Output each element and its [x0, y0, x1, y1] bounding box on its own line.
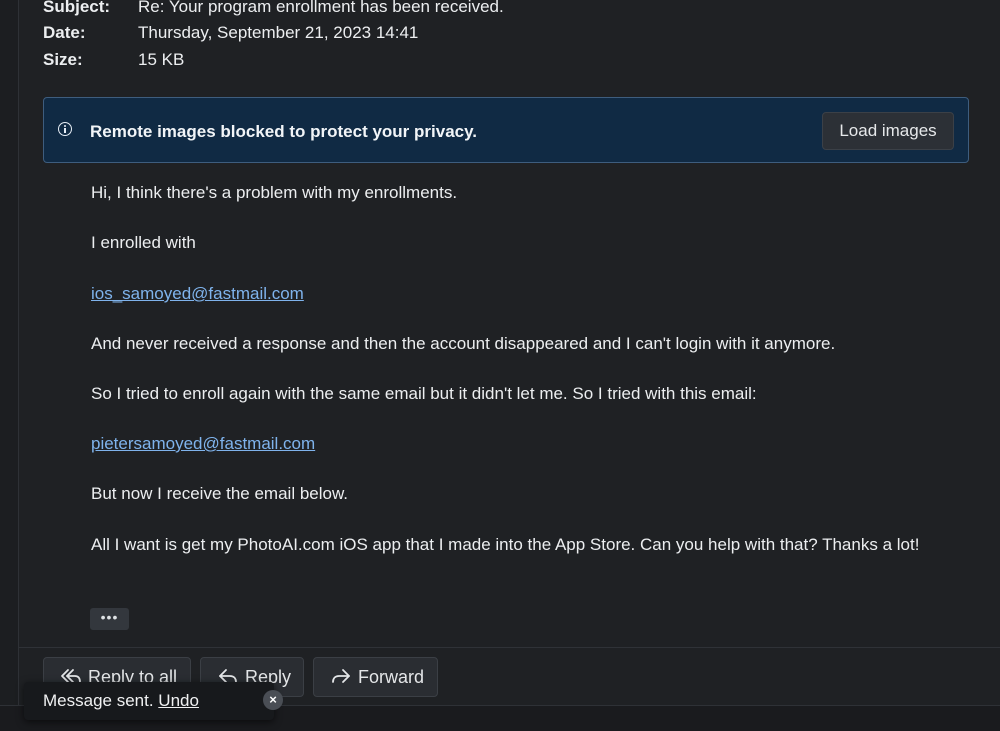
message-paragraph-1: Hi, I think there's a problem with my en…	[91, 183, 458, 202]
message-paragraph-3: And never received a response and then t…	[91, 334, 836, 353]
show-quoted-button[interactable]: •••	[90, 608, 129, 630]
toast-text-container: Message sent. Undo	[43, 691, 199, 711]
banner-text: Remote images blocked to protect your pr…	[90, 122, 478, 141]
email-link-1[interactable]: ios_samoyed@fastmail.com	[91, 284, 304, 303]
close-icon[interactable]: ×	[263, 690, 283, 710]
message-paragraph-5: But now I receive the email below.	[91, 484, 349, 503]
email-link-2-container: pietersamoyed@fastmail.com	[91, 431, 315, 456]
subject-value: Re: Your program enrollment has been rec…	[138, 0, 504, 16]
date-label: Date:	[43, 23, 86, 42]
forward-button[interactable]: Forward	[313, 657, 438, 697]
message-paragraph-4: So I tried to enroll again with the same…	[91, 384, 757, 403]
forward-label: Forward	[358, 667, 425, 687]
message-paragraph-6: All I want is get my PhotoAI.com iOS app…	[91, 535, 920, 554]
message-sent-toast: Message sent. Undo ×	[24, 682, 283, 720]
date-value: Thursday, September 21, 2023 14:41	[138, 23, 419, 42]
action-divider	[19, 647, 1000, 648]
undo-link[interactable]: Undo	[158, 691, 199, 710]
load-images-button[interactable]: Load images	[822, 112, 954, 150]
email-link-1-container: ios_samoyed@fastmail.com	[91, 281, 304, 306]
email-link-2[interactable]: pietersamoyed@fastmail.com	[91, 434, 315, 453]
subject-label: Subject:	[43, 0, 111, 16]
message-paragraph-2: I enrolled with	[91, 233, 196, 252]
forward-icon	[332, 669, 350, 683]
size-value: 15 KB	[138, 50, 185, 69]
info-icon	[58, 122, 72, 136]
privacy-banner: Remote images blocked to protect your pr…	[43, 97, 969, 163]
toast-message: Message sent.	[43, 691, 154, 710]
size-label: Size:	[43, 50, 83, 69]
